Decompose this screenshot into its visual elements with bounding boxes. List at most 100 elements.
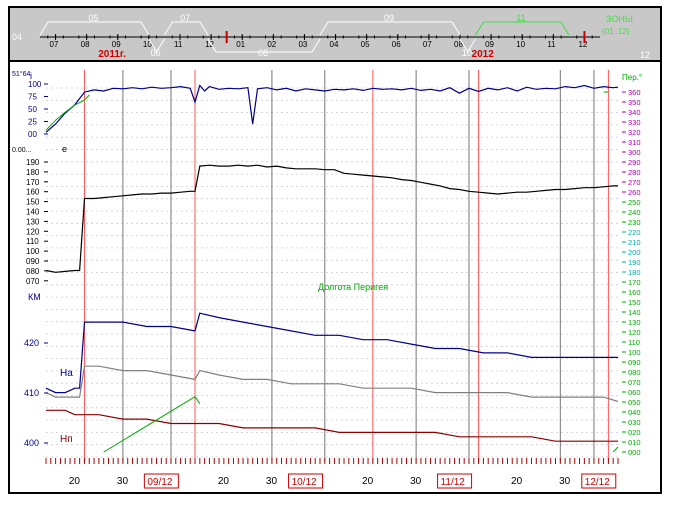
timeline-right-label: 12 (640, 50, 650, 60)
ecc-tick-label: 070 (26, 277, 40, 286)
right-tick-label: 010 (628, 438, 641, 447)
day-label: 30 (117, 476, 129, 487)
ecc-tick-label: 130 (26, 217, 40, 226)
right-tick-label: 200 (628, 248, 641, 257)
timeline-month-label: 06 (392, 40, 401, 49)
ha-label: На (60, 368, 73, 379)
ecc-tick-label: 120 (26, 227, 40, 236)
right-tick-label: 270 (628, 178, 641, 187)
right-tick-label: 110 (628, 338, 640, 347)
right-tick-label: 070 (628, 378, 641, 387)
month-box-label: 12/12 (585, 477, 610, 488)
day-label: 30 (559, 476, 571, 487)
right-tick-label: 180 (628, 268, 641, 277)
orbit-chart: 07 08 09 10 11 12 01 02 03 04 05 06 07 08 09 10 11 12 050… (8, 6, 662, 494)
alt-tick-label: 420 (24, 338, 39, 348)
timeline-bracket-label: 08 (258, 48, 268, 58)
right-tick-label: 250 (628, 198, 641, 207)
ecc-top-label: 0.00... (12, 147, 32, 154)
zone-label: ЗОНЫ (606, 14, 633, 24)
ecc-tick-label: 080 (26, 267, 40, 276)
right-tick-label: 100 (628, 348, 641, 357)
incl-tick-label: 50 (28, 105, 37, 114)
day-label: 30 (266, 476, 278, 487)
right-tick-label: 090 (628, 358, 641, 367)
timeline-bracket-label: 05 (88, 13, 98, 23)
timeline-month-label: 09 (112, 40, 121, 49)
right-tick-label: 240 (628, 208, 641, 217)
ecc-panel-label: e (62, 144, 67, 154)
alt-tick-label: 400 (24, 438, 39, 448)
day-label: 20 (218, 476, 230, 487)
alt-unit-label: КМ (28, 292, 41, 302)
timeline-month-label: 08 (81, 40, 90, 49)
month-box-label: 10/12 (292, 477, 317, 488)
hp-label: Нп (60, 434, 73, 445)
zone-range: (01..12) (602, 27, 630, 36)
ecc-tick-label: 090 (26, 257, 40, 266)
right-tick-label: 040 (628, 408, 641, 417)
ecc-tick-label: 150 (26, 198, 40, 207)
right-tick-label: 260 (628, 188, 641, 197)
right-tick-label: 230 (628, 218, 641, 227)
right-tick-label: 360 (628, 88, 641, 97)
right-tick-label: 350 (628, 98, 641, 107)
right-tick-label: 210 (628, 238, 641, 247)
timeline-month-label: 10 (516, 40, 525, 49)
timeline-month-label: 07 (423, 40, 432, 49)
incl-tick-label: 00 (28, 130, 37, 139)
right-tick-label: 290 (628, 158, 641, 167)
right-tick-label: 320 (628, 128, 641, 137)
right-tick-label: 310 (628, 138, 641, 147)
right-tick-label: 060 (628, 388, 641, 397)
timeline-month-label: 03 (298, 40, 307, 49)
incl-tick-label: 25 (28, 118, 37, 127)
ecc-tick-label: 170 (26, 178, 40, 187)
right-tick-label: 160 (628, 288, 641, 297)
right-axis-title: Пер.° (622, 73, 642, 82)
timeline-bracket-label: 10 (462, 48, 472, 58)
perigee-annotation: Долгота Перигея (318, 282, 388, 292)
right-tick-label: 190 (628, 258, 641, 267)
timeline-year-label: 2011г. (98, 49, 126, 60)
timeline-month-label: 11 (547, 40, 556, 49)
right-tick-label: 150 (628, 298, 641, 307)
timeline-month-label: 02 (267, 40, 276, 49)
timeline-bracket-label: 11 (516, 13, 525, 23)
right-tick-label: 050 (628, 398, 641, 407)
timeline-month-label: 05 (361, 40, 370, 49)
day-label: 20 (69, 476, 81, 487)
incl-top-label: 51°64 (12, 70, 30, 78)
plot-area (46, 62, 632, 466)
ecc-tick-label: 140 (26, 208, 40, 217)
month-box-label: 09/12 (147, 477, 172, 488)
timeline-bracket-label: 06 (151, 48, 161, 58)
ecc-tick-label: 180 (26, 168, 40, 177)
timeline-month-label: 01 (236, 40, 245, 49)
day-label: 20 (362, 476, 374, 487)
right-tick-label: 330 (628, 118, 641, 127)
incl-tick-label: 75 (28, 93, 37, 102)
day-label: 30 (410, 476, 422, 487)
timeline-month-label: 11 (174, 40, 183, 49)
right-tick-label: 130 (628, 318, 641, 327)
right-tick-label: 300 (628, 148, 641, 157)
right-tick-label: 120 (628, 328, 641, 337)
timeline-month-label: 12 (578, 40, 587, 49)
ecc-tick-label: 110 (26, 237, 39, 246)
right-tick-label: 030 (628, 418, 641, 427)
timeline-month-label: 09 (485, 40, 494, 49)
alt-tick-label: 410 (24, 388, 39, 398)
right-tick-label: 080 (628, 368, 641, 377)
right-tick-label: 140 (628, 308, 641, 317)
ecc-tick-label: 160 (26, 188, 40, 197)
incl-tick-label: 100 (28, 80, 42, 89)
right-tick-label: 170 (628, 278, 641, 287)
right-tick-label: 220 (628, 228, 641, 237)
month-box-label: 11/12 (441, 477, 466, 488)
ecc-tick-label: 190 (26, 158, 40, 167)
timeline-bracket-label: 07 (180, 13, 190, 23)
timeline-bracket-label: 09 (384, 13, 394, 23)
day-label: 20 (511, 476, 523, 487)
right-tick-label: 340 (628, 108, 641, 117)
